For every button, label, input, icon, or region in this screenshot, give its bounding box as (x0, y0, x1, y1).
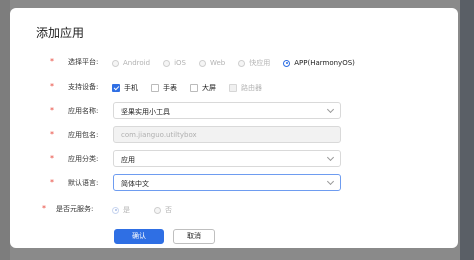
language-select[interactable]: 简体中文 (113, 174, 341, 191)
platform-option-web: Web (198, 59, 225, 67)
required-mark: * (50, 154, 54, 163)
checkbox-icon (190, 84, 198, 92)
app-name-label: 应用名称: (68, 107, 99, 115)
language-row: * 默认语言: 简体中文 (10, 174, 458, 194)
cancel-button[interactable]: 取消 (173, 229, 215, 244)
radio-icon (154, 206, 161, 214)
radio-icon (163, 59, 171, 67)
package-name-field: com.jianguo.utiltybox (113, 126, 341, 143)
platform-label: 选择平台: (68, 58, 99, 66)
devices-row: * 支持设备: 手机 手表 大屏 路由器 (10, 78, 458, 98)
chevron-down-icon (326, 177, 335, 186)
atomic-service-label: 是否元服务: (56, 205, 94, 213)
required-mark: * (50, 82, 54, 91)
radio-icon (198, 59, 206, 67)
platform-radio-group: Android iOS Web 快应用 APP(HarmonyOS) (112, 56, 368, 70)
package-name-label: 应用包名: (68, 131, 99, 139)
device-option-phone[interactable]: 手机 (112, 83, 138, 93)
radio-selected-icon (283, 59, 291, 67)
language-label: 默认语言: (68, 179, 99, 187)
atomic-service-option-no: 否 (154, 205, 172, 215)
app-name-select[interactable]: 坚果实用小工具 (113, 102, 341, 119)
required-mark: * (50, 178, 54, 187)
atomic-service-row: * 是否元服务: 是 否 (10, 200, 458, 220)
platform-option-harmonyos[interactable]: APP(HarmonyOS) (283, 59, 355, 67)
checkbox-icon (151, 84, 159, 92)
device-option-watch[interactable]: 手表 (151, 83, 177, 93)
radio-icon (112, 59, 119, 67)
device-option-tv[interactable]: 大屏 (190, 83, 216, 93)
category-select[interactable]: 应用 (113, 150, 341, 167)
devices-label: 支持设备: (68, 83, 99, 91)
atomic-service-option-yes: 是 (112, 205, 130, 215)
platform-option-quickapp: 快应用 (238, 58, 270, 68)
platform-option-ios: iOS (163, 59, 186, 67)
required-mark: * (50, 57, 54, 66)
chevron-down-icon (326, 153, 335, 162)
dialog-title: 添加应用 (36, 26, 85, 40)
app-name-row: * 应用名称: 坚果实用小工具 (10, 102, 458, 122)
add-app-dialog: 添加应用 * 选择平台: Android iOS Web 快应用 APP(Har… (10, 8, 458, 248)
platform-option-android: Android (112, 59, 150, 67)
category-label: 应用分类: (68, 155, 99, 163)
confirm-button[interactable]: 确认 (114, 229, 164, 244)
devices-checkbox-group: 手机 手表 大屏 路由器 (112, 81, 275, 95)
radio-icon (238, 59, 246, 67)
radio-selected-icon (112, 206, 119, 214)
required-mark: * (42, 204, 46, 213)
required-mark: * (50, 106, 54, 115)
backdrop-right (460, 0, 474, 260)
package-name-row: * 应用包名: com.jianguo.utiltybox (10, 126, 458, 146)
chevron-down-icon (326, 105, 335, 114)
device-option-router: 路由器 (229, 83, 262, 93)
required-mark: * (50, 130, 54, 139)
category-row: * 应用分类: 应用 (10, 150, 458, 170)
checkbox-checked-icon (112, 84, 120, 92)
atomic-service-radio-group: 是 否 (112, 203, 185, 217)
backdrop-left (0, 0, 10, 260)
platform-row: * 选择平台: Android iOS Web 快应用 APP(HarmonyO… (10, 53, 458, 73)
checkbox-disabled-icon (229, 84, 237, 92)
